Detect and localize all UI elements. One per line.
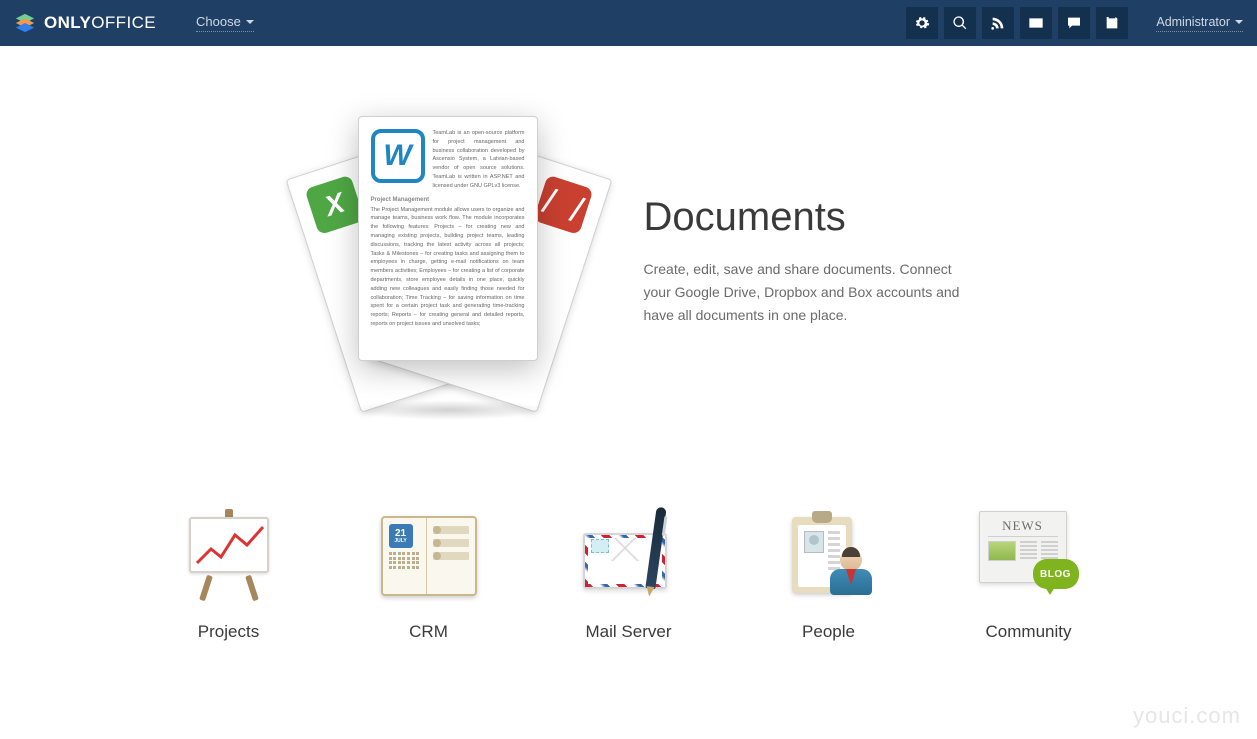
user-name: Administrator xyxy=(1156,15,1230,29)
module-crm[interactable]: 21JULY CRM xyxy=(359,506,499,642)
hero-text: Documents Create, edit, save and share d… xyxy=(644,195,964,327)
documents-illustration: X W TeamLab is an open-source platform f… xyxy=(294,106,604,416)
chat-button[interactable] xyxy=(1058,7,1090,39)
doc-preview-body: The Project Management module allows use… xyxy=(371,206,525,329)
mail-server-icon xyxy=(574,506,684,606)
newspaper-title: NEWS xyxy=(988,518,1058,537)
feed-button[interactable] xyxy=(982,7,1014,39)
top-header: ONLYOFFICE Choose Administrator xyxy=(0,0,1257,46)
logo[interactable]: ONLYOFFICE xyxy=(14,12,156,34)
modules-row: Projects 21JULY CRM Ma xyxy=(0,456,1257,732)
module-label: Projects xyxy=(159,622,299,642)
chevron-down-icon xyxy=(246,20,254,24)
word-icon: W xyxy=(371,129,425,183)
module-label: CRM xyxy=(359,622,499,642)
excel-icon: X xyxy=(304,175,364,235)
calendar-month: JULY xyxy=(394,539,406,544)
gear-icon xyxy=(914,15,930,31)
hero-title: Documents xyxy=(644,195,964,240)
word-sheet: W TeamLab is an open-source platform for… xyxy=(358,116,538,361)
people-icon xyxy=(774,506,884,606)
chevron-down-icon xyxy=(1235,20,1243,24)
settings-button[interactable] xyxy=(906,7,938,39)
module-label: People xyxy=(759,622,899,642)
mail-icon xyxy=(1028,15,1044,31)
doc-preview-heading: Project Management xyxy=(371,197,525,203)
logo-text: ONLYOFFICE xyxy=(44,13,156,33)
calendar-button[interactable] xyxy=(1096,7,1128,39)
module-projects[interactable]: Projects xyxy=(159,506,299,642)
crm-icon: 21JULY xyxy=(374,506,484,606)
module-mail[interactable]: Mail Server xyxy=(559,506,699,642)
search-icon xyxy=(952,15,968,31)
mail-button[interactable] xyxy=(1020,7,1052,39)
module-label: Mail Server xyxy=(559,622,699,642)
hero-description: Create, edit, save and share documents. … xyxy=(644,258,964,327)
choose-dropdown[interactable]: Choose xyxy=(196,14,254,32)
choose-label: Choose xyxy=(196,14,241,29)
user-menu[interactable]: Administrator xyxy=(1156,15,1243,32)
calendar-day: 21 xyxy=(395,529,406,539)
hero-section: X W TeamLab is an open-source platform f… xyxy=(0,46,1257,456)
module-people[interactable]: People xyxy=(759,506,899,642)
header-right: Administrator xyxy=(906,7,1243,39)
logo-mark-icon xyxy=(14,12,36,34)
module-community[interactable]: NEWS BLOG Community xyxy=(959,506,1099,642)
calendar-icon xyxy=(1104,15,1120,31)
blog-badge: BLOG xyxy=(1033,559,1079,589)
module-label: Community xyxy=(959,622,1099,642)
watermark: youci.com xyxy=(1133,703,1241,729)
projects-icon xyxy=(174,506,284,606)
chat-icon xyxy=(1066,15,1082,31)
search-button[interactable] xyxy=(944,7,976,39)
pdf-icon xyxy=(533,175,593,235)
community-icon: NEWS BLOG xyxy=(974,506,1084,606)
feed-icon xyxy=(990,15,1006,31)
shadow xyxy=(349,400,549,420)
